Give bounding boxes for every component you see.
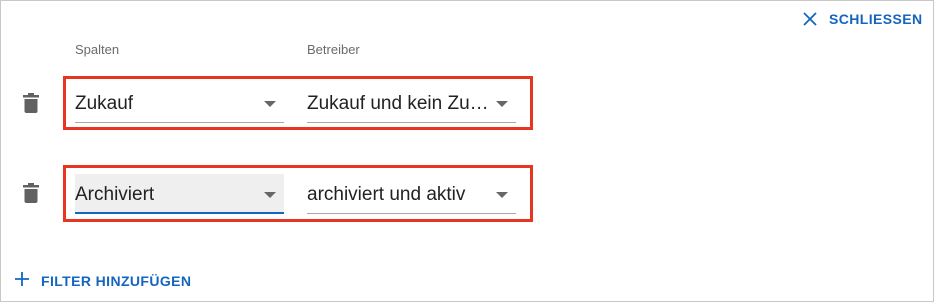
chevron-down-icon xyxy=(264,101,276,107)
column-header-betreiber: Betreiber xyxy=(307,42,360,57)
add-filter-button[interactable]: FILTER HINZUFÜGEN xyxy=(15,269,191,293)
chevron-down-icon xyxy=(264,192,276,198)
close-button[interactable]: SCHLIESSEN xyxy=(803,7,922,31)
chevron-down-icon xyxy=(496,192,508,198)
column-header-spalten: Spalten xyxy=(75,42,120,57)
column-select-2-value: Archiviert xyxy=(75,184,155,205)
filter-panel: SCHLIESSEN Spalten Betreiber Zukauf Zuka… xyxy=(0,0,934,302)
column-select-1-value: Zukauf xyxy=(75,93,134,114)
operator-select-1-value: Zukauf und kein Zu… xyxy=(307,93,489,114)
column-select-1[interactable]: Zukauf xyxy=(75,83,284,123)
chevron-down-icon xyxy=(496,101,508,107)
trash-icon[interactable] xyxy=(23,183,39,203)
close-button-label: SCHLIESSEN xyxy=(829,11,923,27)
plus-icon xyxy=(15,271,29,291)
close-icon xyxy=(803,12,817,26)
operator-select-2[interactable]: archiviert und aktiv xyxy=(307,174,516,214)
add-filter-label: FILTER HINZUFÜGEN xyxy=(41,273,192,289)
operator-select-2-value: archiviert und aktiv xyxy=(307,184,466,205)
operator-select-1[interactable]: Zukauf und kein Zu… xyxy=(307,83,516,123)
trash-icon[interactable] xyxy=(23,93,39,113)
column-select-2[interactable]: Archiviert xyxy=(75,174,284,214)
